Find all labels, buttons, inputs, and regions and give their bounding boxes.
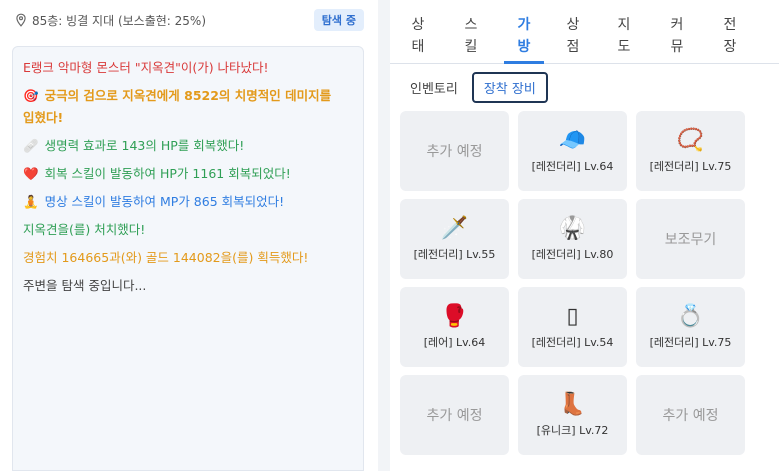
equipment-slot[interactable]: 추가 예정 [400,111,509,191]
slot-placeholder: 추가 예정 [426,408,483,424]
log-text: 궁극의 검으로 지옥견에게 8522의 치명적인 데미지를 입혔다! [23,88,332,125]
log-text: 주변을 탐색 중입니다... [23,278,147,293]
tab-5[interactable]: 커뮤 [657,14,697,58]
tab-6[interactable]: 전장 [710,14,750,58]
tab-1[interactable]: 스킬 [451,14,491,58]
log-text: E랭크 악마형 몬스터 "지옥견"이(가) 나타났다! [23,60,269,75]
battle-panel: 85층: 빙결 지대 (보스출현: 25%) 탐색 중 E랭크 악마형 몬스터 … [0,0,378,471]
log-text: 지옥견을(를) 처치했다! [23,222,146,237]
log-line: E랭크 악마형 몬스터 "지옥견"이(가) 나타났다! [23,57,353,79]
slot-placeholder: 보조무기 [664,232,717,248]
slot-label: [레전더리] Lv.75 [649,336,732,349]
amulet-icon: 📿 [676,128,705,153]
location-bar: 85층: 빙결 지대 (보스출현: 25%) 탐색 중 [14,8,364,32]
log-line: ❤️ 회복 스킬이 발동하여 HP가 1161 회복되었다! [23,163,353,185]
equipment-slot[interactable]: 👢 [유니크] Lv.72 [518,375,627,455]
log-emoji-icon: 🧘 [23,194,39,209]
cap-icon: 🧢 [558,128,587,153]
tab-2[interactable]: 가방 [504,14,544,58]
log-text: 경험치 164665과(와) 골드 144082을(를) 획득했다! [23,250,309,265]
equipment-slot[interactable]: 🥋 [레전더리] Lv.80 [518,199,627,279]
log-emoji-icon: 🩹 [23,138,39,153]
slot-label: [레전더리] Lv.54 [531,336,614,349]
log-text: 명상 스킬이 발동하여 MP가 865 회복되었다! [44,194,285,209]
log-text: 회복 스킬이 발동하여 HP가 1161 회복되었다! [44,166,291,181]
battle-log[interactable]: E랭크 악마형 몬스터 "지옥견"이(가) 나타났다! 🎯 궁극의 검으로 지옥견에… [12,46,364,471]
equipment-slot[interactable]: 추가 예정 [636,375,745,455]
tab-3[interactable]: 상점 [553,14,593,58]
location-text: 85층: 빙결 지대 (보스출현: 25%) [32,13,207,28]
missing-glyph-icon: ▯ [566,304,579,329]
sword-icon: 🗡️ [440,216,469,241]
glove-icon: 🥊 [440,304,469,329]
equipment-grid: 추가 예정 🧢 [레전더리] Lv.64 📿 [레전더리] Lv.75 🗡️ [레전더리] … [400,111,745,455]
equipment-slot[interactable]: 💍 [레전더리] Lv.75 [636,287,745,367]
log-emoji-icon: 🎯 [23,88,39,103]
tab-0[interactable]: 상태 [398,14,438,58]
status-badge: 탐색 중 [313,9,364,31]
log-line: 🎯 궁극의 검으로 지옥견에게 8522의 치명적인 데미지를 입혔다! [23,85,353,129]
side-panel: 상태 스킬 가방상점지도 커뮤 전장 인벤토리 장착 장비 추가 예정 🧢 [레전더리] Lv… [390,0,779,471]
log-emoji-icon: ❤️ [23,166,39,181]
inventory-subtabs: 인벤토리 장착 장비 [400,71,552,103]
slot-label: [레전더리] Lv.64 [531,160,614,173]
equipment-slot[interactable]: 🥊 [레어] Lv.64 [400,287,509,367]
boot-icon: 👢 [558,392,587,417]
equipment-slot[interactable]: 📿 [레전더리] Lv.75 [636,111,745,191]
log-line: 경험치 164665과(와) 골드 144082을(를) 획득했다! [23,247,353,269]
log-line: 🩹 생명력 효과로 143의 HP를 회복했다! [23,135,353,157]
slot-label: [레전더리] Lv.80 [531,248,614,261]
slot-label: [유니크] Lv.72 [536,424,609,437]
main-tabs: 상태 스킬 가방상점지도 커뮤 전장 [390,8,779,64]
subtab-inventory[interactable]: 인벤토리 [400,72,468,103]
armor-icon: 🥋 [558,216,587,241]
slot-label: [레전더리] Lv.55 [413,248,496,261]
location-pin-icon [16,13,26,27]
log-line: 지옥견을(를) 처치했다! [23,219,353,241]
equipment-slot[interactable]: ▯ [레전더리] Lv.54 [518,287,627,367]
slot-label: [레전더리] Lv.75 [649,160,732,173]
subtab-equipped[interactable]: 장착 장비 [471,71,548,103]
equipment-slot[interactable]: 🗡️ [레전더리] Lv.55 [400,199,509,279]
location-info: 85층: 빙결 지대 (보스출현: 25%) [14,12,206,29]
tab-4[interactable]: 지도 [604,14,644,58]
log-line: 🧘 명상 스킬이 발동하여 MP가 865 회복되었다! [23,191,353,213]
log-text: 생명력 효과로 143의 HP를 회복했다! [44,138,245,153]
equipment-slot[interactable]: 추가 예정 [400,375,509,455]
active-tab-indicator [504,61,544,64]
log-line: 주변을 탐색 중입니다... [23,275,353,297]
equipment-slot[interactable]: 보조무기 [636,199,745,279]
slot-placeholder: 추가 예정 [662,408,719,424]
slot-placeholder: 추가 예정 [426,144,483,160]
equipment-slot[interactable]: 🧢 [레전더리] Lv.64 [518,111,627,191]
ring-icon: 💍 [676,304,705,329]
slot-label: [레어] Lv.64 [423,336,486,349]
